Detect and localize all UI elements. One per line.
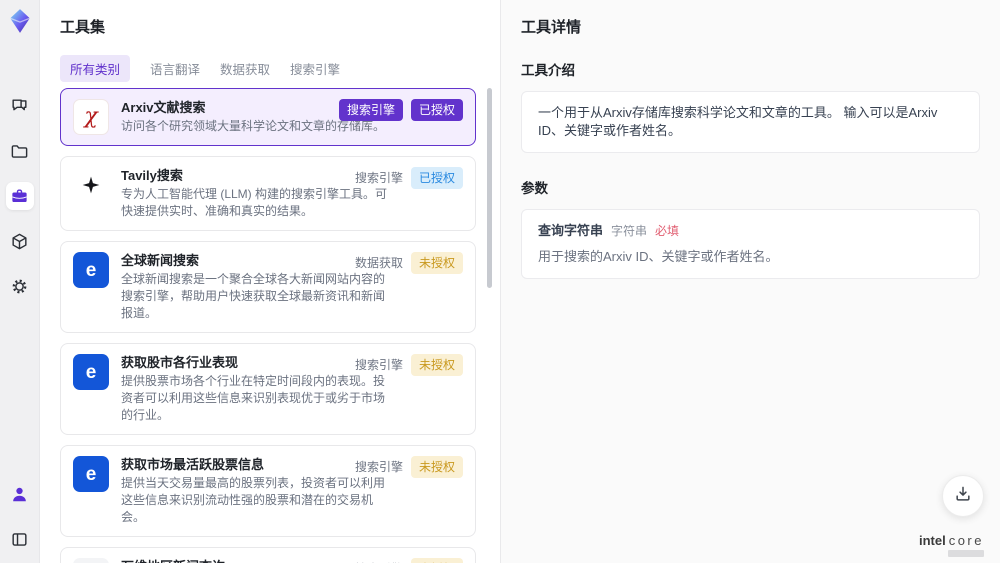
sidebar-item-settings[interactable] — [6, 272, 34, 300]
tool-card-tavily[interactable]: Tavily搜索 专为人工智能代理 (LLM) 构建的搜索引擎工具。可快速提供实… — [60, 156, 476, 231]
param-type: 字符串 — [611, 224, 648, 238]
param-description: 用于搜索的Arxiv ID、关键字或作者姓名。 — [538, 249, 779, 264]
intel-ultra-mark — [948, 550, 984, 557]
tool-name: Tavily搜索 — [121, 168, 183, 183]
tab-search-engine[interactable]: 搜索引擎 — [290, 55, 340, 82]
tool-category-badge: 搜索引擎 — [354, 171, 403, 185]
tool-status-badge: 已授权 — [410, 167, 463, 189]
intel-logo-text: intel — [918, 533, 946, 548]
intro-section-heading: 工具介绍 — [521, 63, 575, 78]
sidebar-item-files[interactable] — [6, 137, 34, 165]
tool-status-badge: 未授权 — [410, 252, 463, 274]
param-required-flag: 必填 — [655, 224, 680, 238]
tools-card-list: χ Arxiv文献搜索 访问各个研究领域大量科学论文和文章的存储库。 搜索引擎 … — [60, 88, 476, 563]
tool-name: 获取股市各行业表现 — [121, 355, 239, 370]
tool-category-badge: 搜索引擎 — [354, 460, 403, 474]
collapse-panel-button[interactable] — [6, 525, 34, 553]
tavily-star-icon — [73, 167, 109, 203]
intel-core-badge: intel core — [919, 534, 984, 557]
param-item: 查询字符串 字符串 必填 用于搜索的Arxiv ID、关键字或作者姓名。 — [521, 209, 980, 279]
tool-description: 提供当天交易量最高的股票列表，投资者可以利用这些信息来识别流动性强的股票和潜在的… — [121, 476, 386, 524]
tool-name: 万维地区新闻查询 — [121, 558, 393, 563]
sidebar-item-chat[interactable] — [6, 92, 34, 120]
left-rail — [0, 0, 40, 563]
news-app-logo-icon: e — [73, 456, 109, 492]
package-cube-icon — [10, 232, 29, 251]
tool-name: 获取市场最活跃股票信息 — [121, 457, 265, 472]
details-panel-title: 工具详情 — [521, 19, 582, 36]
arxiv-logo-icon: χ — [73, 99, 109, 135]
tool-status-badge: 已授权 — [410, 99, 463, 121]
folder-icon — [10, 142, 29, 161]
chat-icon — [10, 97, 29, 116]
tool-status-badge: 未授权 — [410, 558, 463, 563]
tool-status-badge: 未授权 — [410, 354, 463, 376]
tool-name: 全球新闻搜索 — [121, 253, 200, 268]
tab-data-fetching[interactable]: 数据获取 — [220, 55, 270, 82]
gear-icon — [10, 277, 29, 296]
tools-list-panel: 工具集 所有类别 语言翻译 数据获取 搜索引擎 χ Arxiv文献搜索 访问各个… — [40, 0, 500, 563]
sidebar-item-plugins[interactable] — [6, 227, 34, 255]
tool-category-badge: 搜索引擎 — [354, 358, 403, 372]
tool-card-global-news[interactable]: e 全球新闻搜索 全球新闻搜索是一个聚合全球各大新闻网站内容的搜索引擎，帮助用户… — [60, 241, 476, 333]
tool-description: 全球新闻搜索是一个聚合全球各大新闻网站内容的搜索引擎，帮助用户快速获取全球最新资… — [121, 272, 386, 320]
building-icon — [73, 558, 109, 563]
params-section-heading: 参数 — [521, 181, 548, 196]
tool-category-badge: 搜索引擎 — [338, 99, 403, 121]
briefcase-icon — [10, 187, 29, 206]
tool-intro-text: 一个用于从Arxiv存储库搜索科学论文和文章的工具。 输入可以是Arxiv ID… — [521, 91, 980, 153]
tool-category-badge: 数据获取 — [354, 256, 403, 270]
param-name: 查询字符串 — [538, 223, 604, 238]
tool-status-badge: 未授权 — [410, 456, 463, 478]
tool-card-regional-news[interactable]: 万维地区新闻查询 查询具体行政区划内的新闻，快速了解各地新闻动态 搜索引擎 未授… — [60, 547, 476, 563]
download-icon — [953, 484, 973, 509]
avatar-icon — [10, 485, 29, 504]
download-button[interactable] — [942, 475, 984, 517]
tool-card-most-active-stocks[interactable]: e 获取市场最活跃股票信息 提供当天交易量最高的股票列表，投资者可以利用这些信息… — [60, 445, 476, 537]
tool-description: 专为人工智能代理 (LLM) 构建的搜索引擎工具。可快速提供实时、准确和真实的结… — [121, 187, 388, 218]
tab-all-categories[interactable]: 所有类别 — [60, 55, 131, 82]
app-logo-gem-icon — [7, 8, 33, 34]
tool-details-panel: 工具详情 工具介绍 一个用于从Arxiv存储库搜索科学论文和文章的工具。 输入可… — [501, 0, 1000, 563]
tab-language-translation[interactable]: 语言翻译 — [150, 55, 200, 82]
app-window: 工具集 所有类别 语言翻译 数据获取 搜索引擎 χ Arxiv文献搜索 访问各个… — [0, 0, 1000, 563]
tools-panel-title: 工具集 — [60, 19, 106, 36]
collapse-panel-icon — [10, 530, 29, 549]
news-app-logo-icon: e — [73, 354, 109, 390]
tool-card-sector-performance[interactable]: e 获取股市各行业表现 提供股票市场各个行业在特定时间段内的表现。投资者可以利用… — [60, 343, 476, 435]
news-app-logo-icon: e — [73, 252, 109, 288]
list-scrollbar-thumb[interactable] — [487, 88, 492, 288]
tool-description: 提供股票市场各个行业在特定时间段内的表现。投资者可以利用这些信息来识别表现优于或… — [121, 374, 386, 422]
sidebar-item-toolbox[interactable] — [5, 182, 34, 210]
tool-category-badge: 搜索引擎 — [355, 558, 403, 563]
core-logo-text: core — [948, 533, 984, 548]
category-tabs: 所有类别 语言翻译 数据获取 搜索引擎 — [60, 55, 500, 82]
tool-card-arxiv[interactable]: χ Arxiv文献搜索 访问各个研究领域大量科学论文和文章的存储库。 搜索引擎 … — [60, 88, 476, 146]
sidebar-item-account[interactable] — [6, 480, 34, 508]
